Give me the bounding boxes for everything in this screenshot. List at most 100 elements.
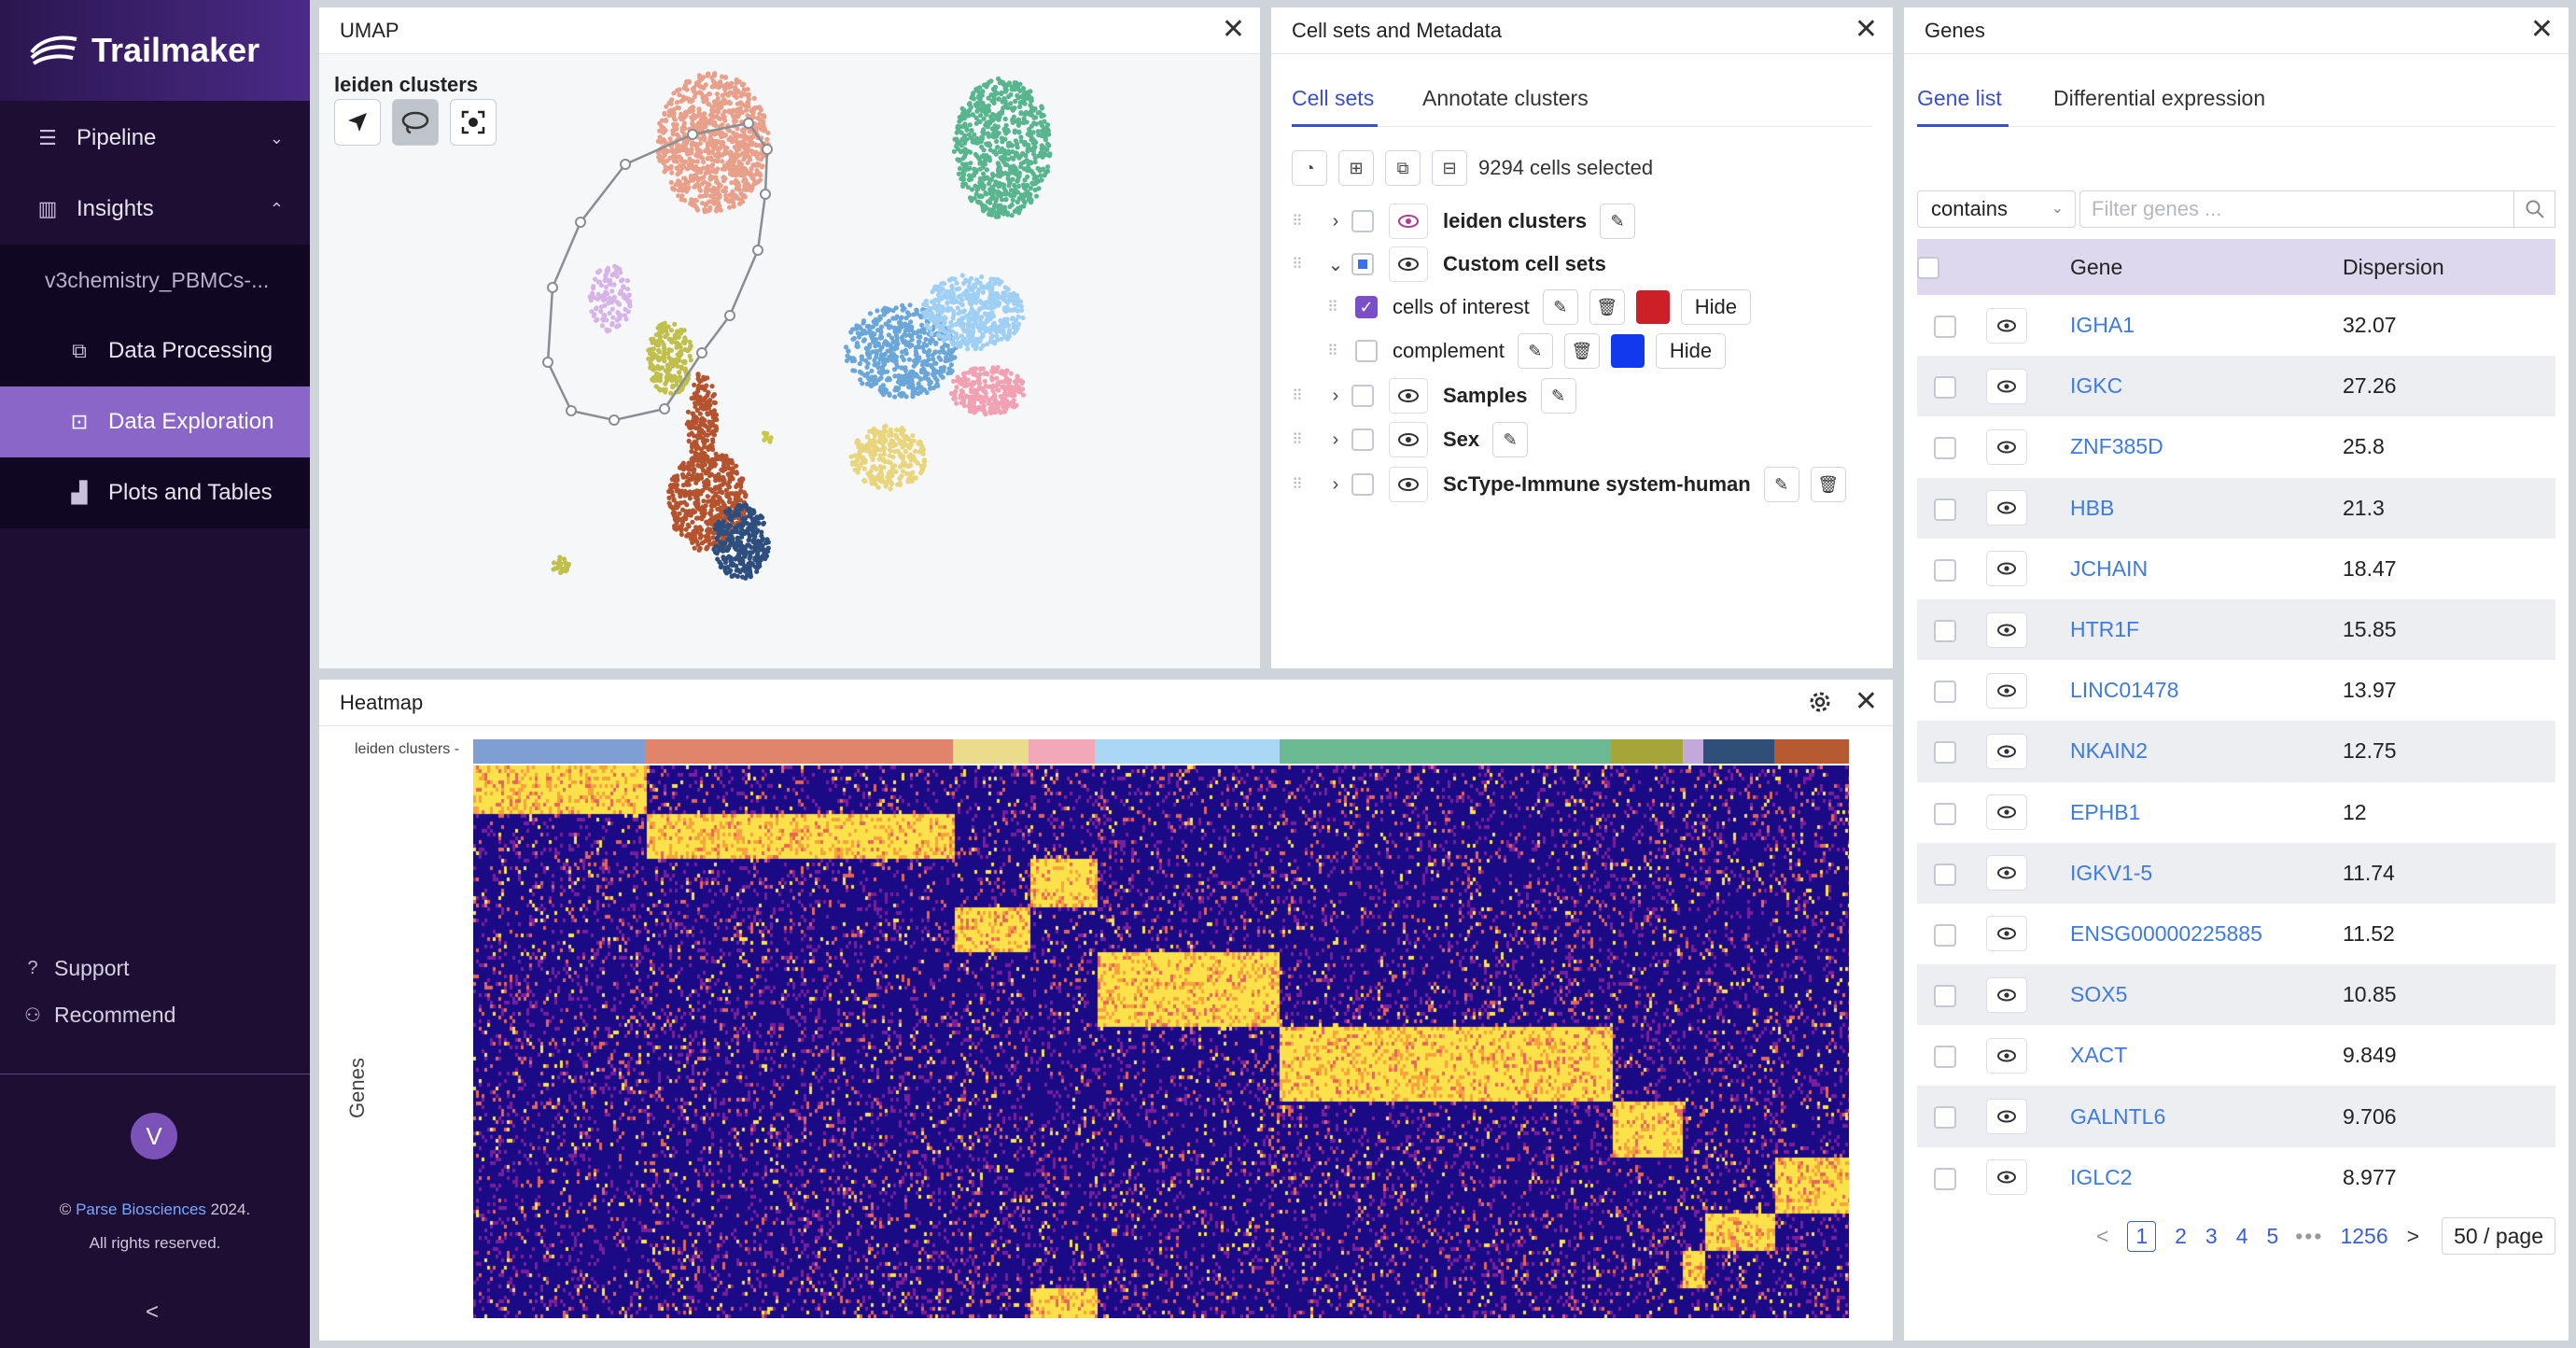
row-eye-cell[interactable]: [1973, 477, 2059, 539]
lasso-vertex[interactable]: [743, 118, 754, 129]
row-check-cell[interactable]: [1917, 660, 1973, 722]
row-check-cell[interactable]: [1917, 781, 1973, 843]
gene-link[interactable]: XACT: [2070, 1043, 2127, 1067]
gene-link[interactable]: IGKC: [2070, 373, 2122, 398]
edit-icon[interactable]: ✎: [1492, 422, 1529, 457]
gene-cell[interactable]: ENSG00000225885: [2059, 903, 2331, 965]
row-check-cell[interactable]: [1917, 477, 1973, 539]
row-checkbox[interactable]: [1351, 385, 1374, 407]
table-row[interactable]: HTR1F 15.85: [1917, 598, 2555, 661]
chevron-right-icon[interactable]: ›: [1320, 386, 1351, 407]
lasso-vertex[interactable]: [760, 189, 771, 200]
filter-mode-select[interactable]: contains ⌄: [1917, 190, 2076, 228]
gene-cell[interactable]: IGKC: [2059, 356, 2331, 417]
eye-icon[interactable]: [1389, 422, 1428, 457]
lasso-vertex[interactable]: [762, 144, 773, 155]
row-checkbox[interactable]: [1355, 340, 1378, 362]
eye-icon[interactable]: [1389, 246, 1428, 282]
trash-icon[interactable]: 🗑: [1589, 289, 1625, 325]
close-icon[interactable]: ✕: [1855, 687, 1878, 717]
umap-plot[interactable]: [319, 54, 1260, 668]
eye-icon[interactable]: [1986, 551, 2027, 587]
row-eye-cell[interactable]: [1973, 1025, 2059, 1087]
gene-link[interactable]: IGHA1: [2070, 313, 2135, 337]
row-check-cell[interactable]: [1917, 356, 1973, 417]
gene-cell[interactable]: HTR1F: [2059, 598, 2331, 661]
drag-handle-icon[interactable]: ⠿: [1292, 475, 1320, 494]
gene-cell[interactable]: EPHB1: [2059, 781, 2331, 843]
gene-link[interactable]: ZNF385D: [2070, 434, 2163, 458]
color-swatch[interactable]: [1610, 334, 1645, 368]
tree-row-cells-of-interest[interactable]: ⠿ ✓ cells of interest ✎ 🗑 Hide: [1327, 286, 1751, 329]
collapse-sidebar-icon[interactable]: <: [146, 1299, 159, 1326]
page-3[interactable]: 3: [2205, 1224, 2218, 1249]
eye-icon[interactable]: [1986, 794, 2027, 831]
row-check-cell[interactable]: [1917, 295, 1973, 357]
drag-handle-icon[interactable]: ⠿: [1292, 212, 1320, 231]
eye-icon[interactable]: [1986, 976, 2027, 1013]
cluster-track-segment[interactable]: [1279, 739, 1611, 764]
row-eye-cell[interactable]: [1973, 903, 2059, 965]
lasso-vertex[interactable]: [566, 405, 577, 416]
gene-link[interactable]: GALNTL6: [2070, 1104, 2165, 1129]
row-check-cell[interactable]: [1917, 598, 1973, 661]
dispersion-col-header[interactable]: Dispersion: [2331, 239, 2555, 295]
table-row[interactable]: XACT 9.849: [1917, 1025, 2555, 1087]
eye-icon[interactable]: [1986, 1159, 2027, 1196]
recommend-link[interactable]: ⚇ Recommend: [21, 1003, 175, 1028]
table-row[interactable]: SOX5 10.85: [1917, 964, 2555, 1026]
tab-annotate-clusters[interactable]: Annotate clusters: [1422, 86, 1589, 111]
row-eye-cell[interactable]: [1973, 1146, 2059, 1208]
hide-button[interactable]: Hide: [1655, 333, 1727, 369]
lasso-vertex[interactable]: [547, 282, 558, 293]
support-link[interactable]: ? Support: [21, 956, 129, 981]
eye-icon[interactable]: [1389, 204, 1428, 239]
row-eye-cell[interactable]: [1973, 1086, 2059, 1147]
edit-icon[interactable]: ✎: [1763, 467, 1799, 502]
row-eye-cell[interactable]: [1973, 538, 2059, 599]
tree-row-sctype[interactable]: ⠿ › ScType-Immune system-human ✎ 🗑: [1292, 463, 1857, 506]
cluster-track[interactable]: [473, 739, 1849, 764]
row-checkbox[interactable]: [1934, 1046, 1956, 1069]
close-icon[interactable]: ✕: [1855, 15, 1878, 45]
eye-icon[interactable]: [1986, 611, 2027, 648]
eye-icon[interactable]: [1389, 378, 1428, 414]
row-check-cell[interactable]: [1917, 903, 1973, 965]
cluster-track-segment[interactable]: [1029, 739, 1096, 764]
eye-icon[interactable]: [1986, 1037, 2027, 1074]
tab-cell-sets[interactable]: Cell sets: [1292, 86, 1374, 111]
cluster-track-segment[interactable]: [473, 739, 646, 764]
gene-cell[interactable]: GALNTL6: [2059, 1086, 2331, 1147]
gene-cell[interactable]: IGKV1-5: [2059, 842, 2331, 904]
row-checkbox[interactable]: [1351, 253, 1374, 275]
tab-gene-list[interactable]: Gene list: [1917, 86, 2002, 111]
gene-filter-input[interactable]: Filter genes ...: [2079, 190, 2514, 228]
gene-cell[interactable]: IGHA1: [2059, 295, 2331, 357]
eye-icon[interactable]: [1986, 1099, 2027, 1135]
gene-link[interactable]: ENSG00000225885: [2070, 921, 2262, 946]
chevron-right-icon[interactable]: ›: [1320, 429, 1351, 451]
row-checkbox[interactable]: [1934, 681, 1956, 704]
row-check-cell[interactable]: [1917, 416, 1973, 478]
gene-link[interactable]: JCHAIN: [2070, 556, 2148, 581]
subtract-icon[interactable]: ⊟: [1432, 150, 1467, 186]
row-checkbox[interactable]: [1934, 316, 1956, 339]
nav-data-processing[interactable]: ⧉ Data Processing: [0, 316, 310, 386]
gene-col-header[interactable]: Gene: [2059, 239, 2331, 295]
page-5[interactable]: 5: [2267, 1224, 2279, 1249]
trash-icon[interactable]: 🗑: [1810, 467, 1846, 502]
row-checkbox[interactable]: [1934, 802, 1956, 825]
eye-icon[interactable]: [1389, 467, 1428, 502]
row-check-cell[interactable]: [1917, 538, 1973, 599]
cluster-track-segment[interactable]: [1702, 739, 1775, 764]
eye-icon[interactable]: [1986, 855, 2027, 892]
parse-biosciences-link[interactable]: Parse Biosciences: [76, 1201, 206, 1218]
table-row[interactable]: EPHB1 12: [1917, 781, 2555, 843]
tree-row-custom[interactable]: ⠿ ⌄ Custom cell sets: [1292, 243, 1619, 286]
lasso-vertex[interactable]: [752, 245, 763, 256]
cluster-track-segment[interactable]: [1095, 739, 1280, 764]
row-checkbox[interactable]: [1934, 1167, 1956, 1190]
row-check-cell[interactable]: [1917, 1025, 1973, 1087]
row-checkbox[interactable]: [1934, 376, 1956, 400]
row-checkbox[interactable]: [1351, 473, 1374, 496]
